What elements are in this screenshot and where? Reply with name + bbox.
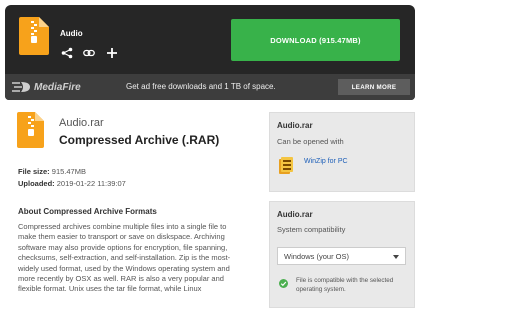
mediafire-flame-icon	[12, 82, 30, 92]
system-compatibility-card: Audio.rar System compatibility Windows (…	[269, 201, 415, 308]
promo-message: Get ad free downloads and 1 TB of space.	[126, 82, 276, 91]
share-icon[interactable]	[61, 47, 73, 59]
about-heading: About Compressed Archive Formats	[18, 207, 157, 216]
zip-file-icon	[19, 17, 49, 55]
compatibility-message: File is compatible with the selected ope…	[296, 277, 394, 293]
plus-icon[interactable]	[106, 47, 118, 59]
file-title: Audio	[60, 29, 83, 38]
uploaded-row: Uploaded: 2019-01-22 11:39:07	[18, 179, 126, 188]
about-description: Compressed archives combine multiple fil…	[18, 222, 231, 294]
os-select[interactable]: Windows (your OS)	[277, 247, 406, 265]
download-button[interactable]: DOWNLOAD (915.47MB)	[231, 19, 400, 61]
open-with-label: Can be opened with	[277, 137, 344, 146]
file-type: Compressed Archive (.RAR)	[59, 133, 220, 147]
chevron-down-icon	[393, 255, 399, 259]
rar-file-icon	[17, 112, 44, 148]
check-circle-icon	[279, 279, 288, 288]
link-icon[interactable]	[83, 47, 95, 59]
card-file-name: Audio.rar	[277, 121, 313, 130]
uploaded-value: 2019-01-22 11:39:07	[56, 179, 126, 188]
winzip-link[interactable]: WinZip for PC	[304, 158, 348, 165]
card-file-name: Audio.rar	[277, 210, 313, 219]
mediafire-logo-text: MediaFire	[34, 81, 81, 93]
download-header: Audio DOWNLOAD (915.47MB) MediaFire Get …	[5, 5, 415, 100]
uploaded-label: Uploaded:	[18, 179, 55, 188]
compatibility-label: System compatibility	[277, 225, 346, 234]
file-size-row: File size: 915.47MB	[18, 167, 86, 176]
os-select-value: Windows (your OS)	[284, 251, 350, 261]
promo-bar: MediaFire Get ad free downloads and 1 TB…	[5, 74, 415, 100]
learn-more-button[interactable]: LEARN MORE	[338, 79, 410, 95]
file-name: Audio.rar	[59, 117, 104, 129]
winzip-icon[interactable]	[279, 157, 293, 174]
mediafire-logo[interactable]: MediaFire	[11, 80, 81, 94]
open-with-card: Audio.rar Can be opened with WinZip for …	[269, 112, 415, 192]
file-size-label: File size:	[18, 167, 50, 176]
file-size-value: 915.47MB	[51, 167, 86, 176]
